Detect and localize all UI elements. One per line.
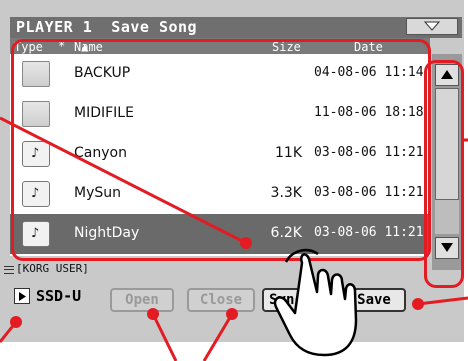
open-callout-dot bbox=[147, 308, 159, 320]
callout-dots bbox=[10, 237, 424, 328]
save-callout-line bbox=[417, 296, 468, 306]
drive-callout-dot bbox=[10, 316, 22, 328]
callout-lines bbox=[0, 116, 468, 361]
list-callout-dot bbox=[240, 237, 252, 249]
hand-pointer-icon bbox=[273, 248, 358, 357]
close-callout-line bbox=[202, 313, 234, 361]
annotation-overlay bbox=[0, 116, 468, 361]
close-callout-dot bbox=[226, 308, 238, 320]
open-callout-line bbox=[151, 313, 178, 361]
list-callout-line bbox=[0, 116, 247, 245]
save-callout-dot bbox=[412, 298, 424, 310]
